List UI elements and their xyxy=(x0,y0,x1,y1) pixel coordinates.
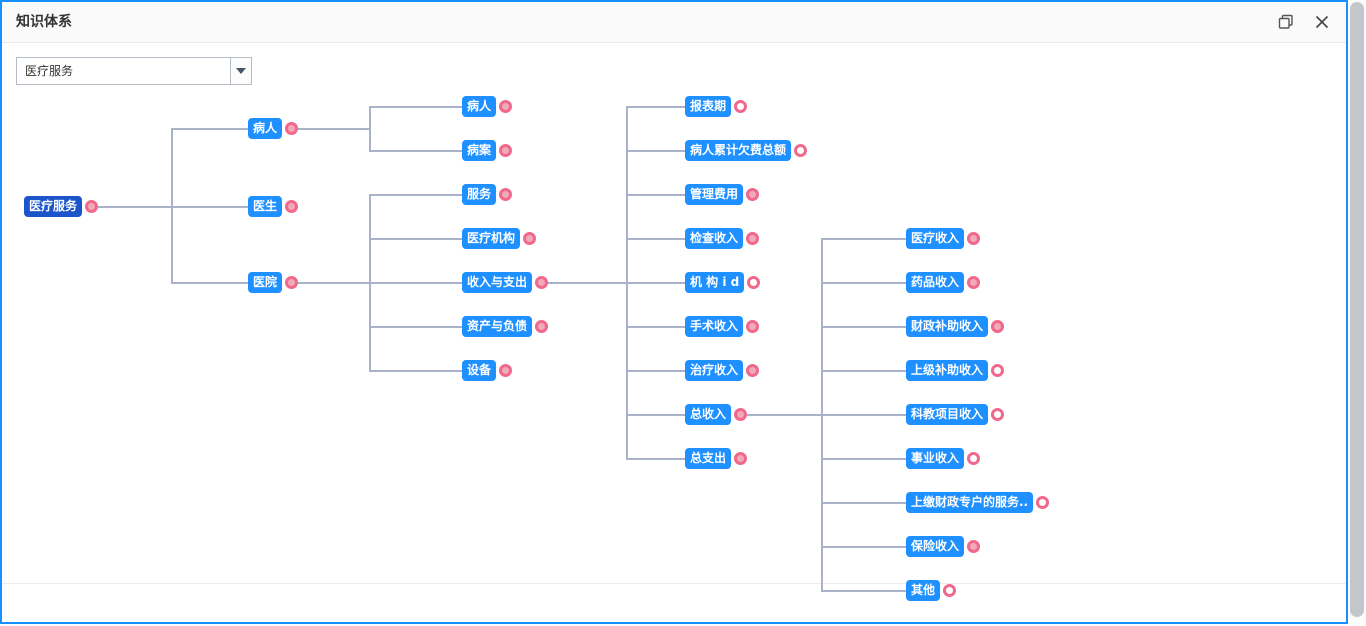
tree-node-shangji[interactable]: 上级补助收入 xyxy=(906,360,988,381)
tree-link xyxy=(370,370,462,372)
tree-link xyxy=(627,194,685,196)
node-marker-guanli[interactable] xyxy=(746,188,759,201)
tree-link xyxy=(627,238,685,240)
tree-node-jiancha[interactable]: 检查收入 xyxy=(685,228,743,249)
tree-link xyxy=(370,106,462,108)
node-marker-zongshouru[interactable] xyxy=(734,408,747,421)
tree-link xyxy=(627,326,685,328)
node-marker-qianfei[interactable] xyxy=(794,144,807,157)
tree-node-shangjiao[interactable]: 上缴财政专户的服务.. xyxy=(906,492,1033,513)
node-marker-bingan[interactable] xyxy=(499,144,512,157)
tree-node-baoxian[interactable]: 保险收入 xyxy=(906,536,964,557)
node-marker-shebei[interactable] xyxy=(499,364,512,377)
node-marker-qita[interactable] xyxy=(943,584,956,597)
tree-node-root[interactable]: 医疗服务 xyxy=(24,196,82,217)
tree-node-shoushu[interactable]: 手术收入 xyxy=(685,316,743,337)
tree-link xyxy=(627,458,685,460)
node-marker-shouruzhichu[interactable] xyxy=(535,276,548,289)
node-marker-shangji[interactable] xyxy=(991,364,1004,377)
tree-node-zichanfuzhai[interactable]: 资产与负债 xyxy=(462,316,532,337)
tree-link xyxy=(822,546,906,548)
tree-link xyxy=(298,128,370,130)
node-marker-yiyuan[interactable] xyxy=(285,276,298,289)
tree-node-yiliaoshouru[interactable]: 医疗收入 xyxy=(906,228,964,249)
tree-link xyxy=(172,206,248,208)
tree-link xyxy=(822,458,906,460)
tree-node-qianfei[interactable]: 病人累计欠费总额 xyxy=(685,140,791,161)
node-marker-shiye[interactable] xyxy=(967,452,980,465)
tree-node-caizheng[interactable]: 财政补助收入 xyxy=(906,316,988,337)
tree-node-guanli[interactable]: 管理费用 xyxy=(685,184,743,205)
tree-node-yaopin[interactable]: 药品收入 xyxy=(906,272,964,293)
tree-link xyxy=(370,194,462,196)
tree-node-baobiaoqi[interactable]: 报表期 xyxy=(685,96,731,117)
tree-link xyxy=(548,282,627,284)
tree-link xyxy=(822,414,906,416)
node-marker-jigouid[interactable] xyxy=(747,276,760,289)
page-scrollbar[interactable] xyxy=(1349,0,1366,626)
tree-link xyxy=(627,282,685,284)
node-marker-shangjiao[interactable] xyxy=(1036,496,1049,509)
node-marker-yisheng[interactable] xyxy=(285,200,298,213)
node-marker-kejiao[interactable] xyxy=(991,408,1004,421)
tree-link xyxy=(172,128,248,130)
footer-divider xyxy=(2,583,1346,584)
tree-link xyxy=(822,590,906,592)
tree-link xyxy=(627,150,685,152)
node-marker-yiliaojigou[interactable] xyxy=(523,232,536,245)
tree-link xyxy=(172,282,248,284)
tree-node-qita[interactable]: 其他 xyxy=(906,580,940,601)
node-marker-baobiaoqi[interactable] xyxy=(734,100,747,113)
tree-link xyxy=(369,106,371,152)
tree-node-shouruzhichu[interactable]: 收入与支出 xyxy=(462,272,532,293)
tree-node-zhiliao[interactable]: 治疗收入 xyxy=(685,360,743,381)
tree-node-yiliaojigou[interactable]: 医疗机构 xyxy=(462,228,520,249)
node-marker-caizheng[interactable] xyxy=(991,320,1004,333)
tree-node-jigouid[interactable]: 机 构 i d xyxy=(685,272,744,293)
tree-node-kejiao[interactable]: 科教项目收入 xyxy=(906,404,988,425)
tree-node-yiyuan[interactable]: 医院 xyxy=(248,272,282,293)
tree-canvas: 医疗服务病人病人病案医生医院服务医疗机构收入与支出报表期病人累计欠费总额管理费用… xyxy=(2,2,1346,622)
tree-link xyxy=(822,370,906,372)
tree-link xyxy=(627,106,685,108)
node-marker-jiancha[interactable] xyxy=(746,232,759,245)
tree-link xyxy=(822,238,906,240)
tree-link xyxy=(822,326,906,328)
node-marker-fuwu[interactable] xyxy=(499,188,512,201)
tree-link xyxy=(822,502,906,504)
scrollbar-thumb[interactable] xyxy=(1350,2,1364,617)
tree-link xyxy=(370,238,462,240)
node-marker-zongzhichu[interactable] xyxy=(734,452,747,465)
tree-node-shiye[interactable]: 事业收入 xyxy=(906,448,964,469)
tree-node-zongshouru[interactable]: 总收入 xyxy=(685,404,731,425)
tree-link xyxy=(627,414,685,416)
tree-link xyxy=(747,414,822,416)
node-marker-shoushu[interactable] xyxy=(746,320,759,333)
tree-link xyxy=(370,326,462,328)
tree-link xyxy=(370,282,462,284)
node-marker-yaopin[interactable] xyxy=(967,276,980,289)
node-marker-yiliaoshouru[interactable] xyxy=(967,232,980,245)
tree-link xyxy=(627,370,685,372)
node-marker-baoxian[interactable] xyxy=(967,540,980,553)
tree-link xyxy=(298,282,370,284)
tree-node-bingren2[interactable]: 病人 xyxy=(462,96,496,117)
tree-link xyxy=(822,282,906,284)
tree-node-bingan[interactable]: 病案 xyxy=(462,140,496,161)
tree-link xyxy=(370,150,462,152)
knowledge-system-dialog: 知识体系 医疗服务 xyxy=(0,0,1348,624)
tree-node-yisheng[interactable]: 医生 xyxy=(248,196,282,217)
tree-link xyxy=(98,206,172,208)
tree-node-zongzhichu[interactable]: 总支出 xyxy=(685,448,731,469)
node-marker-root[interactable] xyxy=(85,200,98,213)
node-marker-bingren2[interactable] xyxy=(499,100,512,113)
tree-node-shebei[interactable]: 设备 xyxy=(462,360,496,381)
tree-node-bingren1[interactable]: 病人 xyxy=(248,118,282,139)
node-marker-zichanfuzhai[interactable] xyxy=(535,320,548,333)
tree-node-fuwu[interactable]: 服务 xyxy=(462,184,496,205)
node-marker-bingren1[interactable] xyxy=(285,122,298,135)
node-marker-zhiliao[interactable] xyxy=(746,364,759,377)
